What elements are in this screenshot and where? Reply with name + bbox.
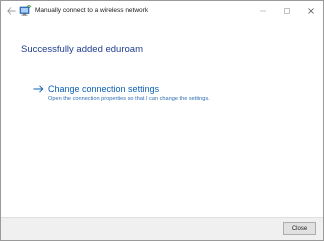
minimize-button[interactable] [251,1,275,21]
back-button[interactable] [5,5,17,17]
window-title: Manually connect to a wireless network [35,7,149,14]
change-settings-description: Open the connection properties so that I… [48,96,210,102]
right-arrow-icon [33,85,44,93]
window-controls [251,1,323,21]
success-heading: Successfully added eduroam [21,44,143,55]
close-icon [308,8,314,14]
change-connection-settings-link[interactable]: Change connection settings [48,83,159,95]
maximize-button[interactable] [275,1,299,21]
close-button[interactable]: Close [283,222,316,235]
dialog-window: Manually connect to a wireless network S… [0,0,324,241]
wireless-network-icon [19,5,32,16]
maximize-icon [284,8,290,14]
footer-bar: Close [1,217,323,240]
title-bar: Manually connect to a wireless network [1,1,323,21]
minimize-icon [260,10,266,12]
back-arrow-icon [6,7,15,15]
close-window-button[interactable] [299,1,323,21]
